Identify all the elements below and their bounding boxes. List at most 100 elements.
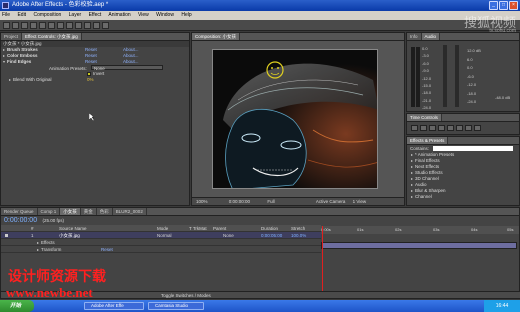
taskbar-item-after-effects[interactable]: Adobe After Effe xyxy=(84,302,144,310)
resolution-dropdown[interactable]: Full xyxy=(267,199,274,204)
column-header: Mode xyxy=(157,226,169,231)
tab-effect-controls[interactable]: Effect Controls: 小女孩.jpg xyxy=(22,33,82,40)
menu-window[interactable]: Window xyxy=(156,12,174,18)
contains-search-input[interactable] xyxy=(433,146,514,152)
expand-triangle-icon[interactable] xyxy=(37,249,39,251)
db-label: -12.0 xyxy=(467,82,477,87)
layer-duration[interactable]: 0:00:05:00 xyxy=(261,232,282,239)
composition-viewer[interactable] xyxy=(212,49,378,189)
maximize-button[interactable]: □ xyxy=(499,1,508,10)
window-title: Adobe After Effects - 色彩校验.aep * xyxy=(12,2,109,8)
play-button[interactable] xyxy=(429,125,436,131)
layer-duration-bar[interactable] xyxy=(321,242,517,249)
next-frame-button[interactable] xyxy=(438,125,445,131)
expand-triangle-icon xyxy=(411,172,413,174)
collapse-triangle-icon[interactable] xyxy=(3,61,5,63)
scale-label: -15.0 xyxy=(422,83,432,89)
active-camera-dropdown[interactable]: Active Camera xyxy=(316,199,346,204)
current-time-indicator[interactable] xyxy=(322,226,323,296)
layer-mode-dropdown[interactable]: Normal xyxy=(157,232,172,239)
pan-behind-tool-icon[interactable] xyxy=(48,22,55,29)
column-header: T TrkMat xyxy=(189,226,207,231)
effects-category-label: Final Effects xyxy=(415,158,440,163)
tab-comp-gold[interactable]: 黄金 xyxy=(81,208,97,215)
timeline-transform-row[interactable]: Transform Reset xyxy=(1,246,321,253)
audio-level-meter-left xyxy=(411,47,415,107)
loop-button[interactable] xyxy=(465,125,472,131)
expand-triangle-icon[interactable] xyxy=(3,49,5,51)
audio-volume-slider-track[interactable] xyxy=(455,45,459,107)
views-dropdown[interactable]: 1 View xyxy=(353,199,366,204)
toggle-switches-modes[interactable]: Toggle Switches / Modes xyxy=(161,293,211,298)
menu-help[interactable]: Help xyxy=(181,12,191,18)
effects-category-item[interactable]: Channel xyxy=(407,194,519,200)
timeline-layer-row[interactable]: 1 小女孩.jpg Normal None 0:00:05:00 100.0% xyxy=(1,232,321,239)
menu-effect[interactable]: Effect xyxy=(89,12,102,18)
menu-layer[interactable]: Layer xyxy=(69,12,82,18)
tab-audio[interactable]: Audio xyxy=(421,33,441,40)
expand-triangle-icon[interactable] xyxy=(3,55,5,57)
tab-comp-blur2[interactable]: BLUR2_0002 xyxy=(113,208,147,215)
timeline-effects-row[interactable]: Effects xyxy=(1,239,321,246)
menu-edit[interactable]: Edit xyxy=(17,12,26,18)
layer-parent-dropdown[interactable]: None xyxy=(223,232,234,239)
audio-toggle-button[interactable] xyxy=(456,125,463,131)
expand-triangle-icon xyxy=(411,196,413,198)
timeline-current-time[interactable]: 0:00:00:00 xyxy=(4,217,37,224)
tab-info[interactable]: Info xyxy=(407,33,422,40)
tab-time-controls[interactable]: Time Controls xyxy=(407,114,442,121)
expand-triangle-icon xyxy=(411,160,413,162)
eraser-tool-icon[interactable] xyxy=(102,22,109,29)
tab-comp-girl[interactable]: 小女孩 xyxy=(60,208,81,215)
taskbar-item-camtasia[interactable]: Camtasia Studio xyxy=(148,302,204,310)
tab-project[interactable]: Project xyxy=(1,33,23,40)
menu-view[interactable]: View xyxy=(138,12,149,18)
mask-tool-icon[interactable] xyxy=(57,22,64,29)
transform-reset-link[interactable]: Reset xyxy=(101,246,113,253)
tab-comp-1[interactable]: Comp 1 xyxy=(38,208,61,215)
ruler-tick-label: 05s xyxy=(507,227,514,232)
layer-source-name[interactable]: 小女孩.jpg xyxy=(59,232,80,239)
effect-controls-panel: Project Effect Controls: 小女孩.jpg 小女孩 * 小… xyxy=(0,32,190,206)
zoom-dropdown[interactable]: 100% xyxy=(196,199,208,204)
time-ruler[interactable]: 0:00s 01s 02s 03s 04s 05s xyxy=(321,226,519,234)
designer-resource-watermark: 设计师资源下载 xyxy=(8,269,106,285)
animation-presets-dropdown[interactable]: None xyxy=(91,65,164,71)
tab-comp-color[interactable]: 色彩 xyxy=(97,208,113,215)
expand-triangle-icon xyxy=(411,190,413,192)
brush-tool-icon[interactable] xyxy=(84,22,91,29)
current-time-display[interactable]: 0:00:00:00 xyxy=(229,199,250,204)
close-button[interactable]: × xyxy=(509,1,518,10)
contains-label: Contains: xyxy=(410,146,430,151)
zoom-tool-icon[interactable] xyxy=(21,22,28,29)
layer-stretch[interactable]: 100.0% xyxy=(291,232,306,239)
expand-triangle-icon[interactable] xyxy=(9,79,11,81)
invert-checkbox[interactable] xyxy=(87,71,91,76)
tab-render-queue[interactable]: Render Queue xyxy=(1,208,38,215)
effects-category-label: Audio xyxy=(415,182,427,187)
last-frame-button[interactable] xyxy=(447,125,454,131)
tab-effects-presets[interactable]: Effects & Presets xyxy=(407,137,449,144)
menu-file[interactable]: File xyxy=(2,12,10,18)
contains-row: Contains: xyxy=(407,145,519,152)
text-tool-icon[interactable] xyxy=(75,22,82,29)
first-frame-button[interactable] xyxy=(411,125,418,131)
visibility-eye-icon[interactable] xyxy=(5,234,8,237)
effects-category-label: Studio Effects xyxy=(415,170,443,175)
ram-preview-button[interactable] xyxy=(474,125,481,131)
clone-tool-icon[interactable] xyxy=(93,22,100,29)
previous-frame-button[interactable] xyxy=(420,125,427,131)
rotate-tool-icon[interactable] xyxy=(30,22,37,29)
expand-triangle-icon[interactable] xyxy=(37,242,39,244)
hand-tool-icon[interactable] xyxy=(12,22,19,29)
minimize-button[interactable]: _ xyxy=(489,1,498,10)
blend-value[interactable]: 0% xyxy=(87,77,94,83)
selection-tool-icon[interactable] xyxy=(3,22,10,29)
camera-tool-icon[interactable] xyxy=(39,22,46,29)
audio-volume-slider-track[interactable] xyxy=(443,45,447,107)
menu-animation[interactable]: Animation xyxy=(108,12,130,18)
pen-tool-icon[interactable] xyxy=(66,22,73,29)
menu-composition[interactable]: Composition xyxy=(33,12,61,18)
tab-composition[interactable]: Composition: 小女孩 xyxy=(192,33,241,40)
start-button[interactable]: 开始 xyxy=(0,300,34,312)
